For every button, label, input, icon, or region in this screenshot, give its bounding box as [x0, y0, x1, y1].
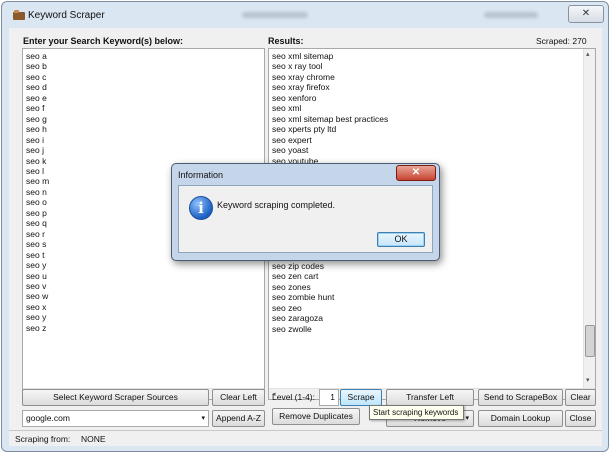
result-item: seo expert [272, 134, 312, 145]
scraped-count: Scraped: 270 [536, 36, 587, 46]
dialog-close-button[interactable]: ✕ [396, 165, 436, 181]
result-item: seo xml [272, 103, 302, 114]
keyword-item: seo t [26, 249, 45, 260]
blurred-title-segment [242, 12, 308, 18]
app-icon [13, 10, 25, 20]
keyword-item: seo y [26, 312, 47, 323]
result-item: seo zones [272, 281, 311, 292]
result-item: seo xenforo [272, 92, 317, 103]
scroll-down-icon[interactable]: ▾ [586, 376, 590, 384]
dialog-message: Keyword scraping completed. [217, 200, 336, 210]
keyword-item: seo g [26, 113, 47, 124]
clear-left-button[interactable]: Clear Left [212, 389, 265, 406]
status-label: Scraping from: [15, 434, 71, 444]
dialog-title: Information [178, 170, 224, 180]
keyword-item: seo j [26, 145, 44, 156]
domain-lookup-button[interactable]: Domain Lookup [478, 410, 563, 427]
keyword-item: seo x [26, 301, 47, 312]
keyword-item: seo e [26, 92, 47, 103]
search-engine-select[interactable]: google.com ▾ [22, 410, 209, 427]
keyword-item: seo h [26, 124, 47, 135]
remove-duplicates-button[interactable]: Remove Duplicates [272, 408, 360, 425]
info-icon: i [189, 196, 213, 220]
keyword-list: seo a seo b seo c seo d seo e seo f seo g seo h… [26, 51, 49, 333]
keyword-item: seo l [26, 165, 44, 176]
keyword-item: seo d [26, 82, 47, 93]
keyword-item: seo y [26, 260, 47, 271]
keyword-item: seo z [26, 322, 47, 333]
close-button[interactable]: Close [565, 410, 596, 427]
window-title: Keyword Scraper [28, 10, 105, 21]
keyword-item: seo o [26, 197, 47, 208]
transfer-left-button[interactable]: Transfer Left [386, 389, 474, 406]
result-item: seo xml sitemap best practices [272, 113, 389, 124]
scrape-button[interactable]: Scrape [340, 389, 382, 406]
status-bar: Scraping from: NONE [9, 430, 602, 446]
keyword-item: seo s [26, 239, 47, 250]
keywords-heading: Enter your Search Keyword(s) below: [23, 36, 184, 46]
result-item: seo zip codes [272, 260, 324, 271]
dialog-body: i Keyword scraping completed. OK [178, 185, 433, 253]
result-item: seo xray firefox [272, 82, 330, 93]
scrollbar-thumb[interactable] [585, 325, 595, 357]
dropdown-arrow-icon[interactable]: ▾ [201, 411, 205, 426]
vertical-scrollbar[interactable]: ▴ ▾ [583, 49, 595, 388]
append-az-button[interactable]: Append A-Z [212, 410, 265, 427]
result-item: seo zombie hunt [272, 292, 335, 303]
keyword-item: seo q [26, 218, 47, 229]
keyword-item: seo r [26, 228, 45, 239]
result-item: seo xperts pty ltd [272, 124, 337, 135]
result-item: seo yoast [272, 145, 309, 156]
keyword-item: seo b [26, 61, 47, 72]
keyword-item: seo m [26, 176, 50, 187]
window-close-button[interactable]: ✕ [568, 5, 604, 23]
keyword-item: seo i [26, 134, 44, 145]
keyword-item: seo u [26, 270, 47, 281]
ok-button[interactable]: OK [377, 232, 425, 247]
result-item: seo zeo [272, 302, 302, 313]
keyword-item: seo k [26, 155, 47, 166]
keyword-item: seo p [26, 207, 47, 218]
send-to-scrapebox-button[interactable]: Send to ScrapeBox [478, 389, 563, 406]
result-item: seo zaragoza [272, 313, 324, 324]
scroll-up-icon[interactable]: ▴ [586, 50, 590, 58]
blurred-title-segment [484, 12, 538, 18]
search-engine-value: google.com [26, 413, 70, 423]
clear-button[interactable]: Clear [565, 389, 596, 406]
dropdown-arrow-icon[interactable]: ▾ [465, 411, 469, 426]
select-sources-button[interactable]: Select Keyword Scraper Sources [22, 389, 209, 406]
title-bar: Keyword Scraper ✕ [2, 2, 608, 28]
keyword-item: seo f [26, 103, 45, 114]
keyword-item: seo c [26, 71, 47, 82]
level-label: Level (1-4): [272, 392, 315, 402]
status-value: NONE [81, 434, 106, 444]
result-item: seo xml sitemap [272, 51, 334, 61]
keyword-item: seo v [26, 280, 47, 291]
results-heading: Results: [268, 36, 304, 46]
level-input[interactable]: 1 [319, 389, 339, 406]
result-item: seo xray chrome [272, 71, 335, 82]
result-item: seo x ray tool [272, 61, 323, 72]
result-item: seo zwolle [272, 323, 312, 334]
keyword-item: seo n [26, 186, 47, 197]
result-item: seo zen cart [272, 271, 319, 282]
keyword-item: seo a [26, 51, 47, 61]
scrape-tooltip: Start scraping keywords [369, 405, 464, 420]
information-dialog: Information ✕ i Keyword scraping complet… [171, 163, 440, 261]
keyword-item: seo w [26, 291, 49, 302]
